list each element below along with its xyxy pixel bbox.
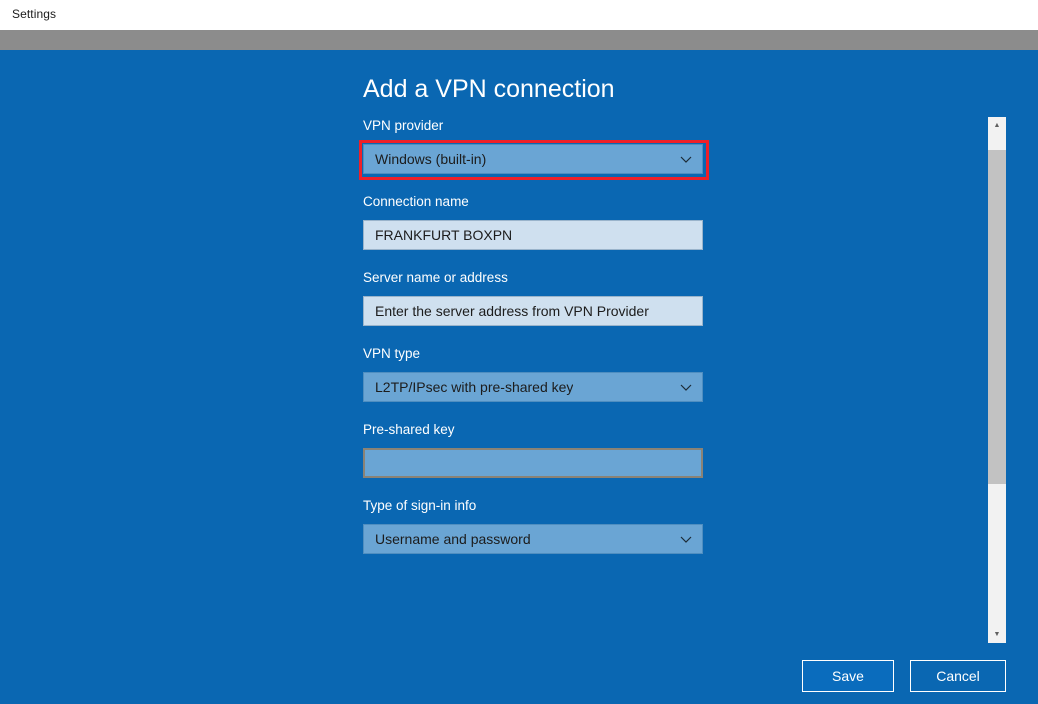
pre-shared-key-input[interactable] [363,448,703,478]
field-connection-name: Connection name FRANKFURT BOXPN [363,194,703,250]
server-address-value: Enter the server address from VPN Provid… [375,303,649,319]
sign-in-type-dropdown[interactable]: Username and password [363,524,703,554]
toolbar-band [0,30,1038,50]
cancel-button[interactable]: Cancel [910,660,1006,692]
title-bar: Settings [0,0,1038,30]
vpn-provider-value: Windows (built-in) [375,151,487,167]
chevron-down-icon [679,532,693,546]
field-server-address: Server name or address Enter the server … [363,270,703,326]
vpn-type-value: L2TP/IPsec with pre-shared key [375,379,574,395]
field-vpn-type: VPN type L2TP/IPsec with pre-shared key [363,346,703,402]
settings-window: Settings Add a VPN connection VPN provid… [0,0,1038,704]
dialog-footer: Save Cancel [0,660,1038,704]
vpn-page: Add a VPN connection VPN provider Window… [0,50,1038,704]
connection-name-value: FRANKFURT BOXPN [375,227,513,243]
chevron-down-icon [679,152,693,166]
field-pre-shared-key: Pre-shared key [363,422,703,478]
vertical-scrollbar[interactable]: ▲ ▼ [988,117,1006,643]
label-sign-in-type: Type of sign-in info [363,498,477,513]
sign-in-type-value: Username and password [375,531,531,547]
add-vpn-form: VPN provider Windows (built-in) Connecti… [359,118,709,574]
scroll-down-button[interactable]: ▼ [988,626,1006,643]
label-pre-shared-key: Pre-shared key [363,422,455,437]
window-title: Settings [12,7,57,21]
vpn-type-dropdown[interactable]: L2TP/IPsec with pre-shared key [363,372,703,402]
label-server-address: Server name or address [363,270,508,285]
connection-name-input[interactable]: FRANKFURT BOXPN [363,220,703,250]
scrollbar-track[interactable] [988,134,1006,626]
chevron-down-icon: ▼ [993,631,1001,638]
label-connection-name: Connection name [363,194,469,209]
chevron-down-icon [679,380,693,394]
scroll-up-button[interactable]: ▲ [988,117,1006,134]
label-vpn-type: VPN type [363,346,421,361]
vpn-provider-dropdown[interactable]: Windows (built-in) [359,140,709,180]
save-button[interactable]: Save [802,660,894,692]
page-title: Add a VPN connection [363,75,615,103]
server-address-input[interactable]: Enter the server address from VPN Provid… [363,296,703,326]
field-vpn-provider: VPN provider Windows (built-in) [359,118,709,180]
field-sign-in-type: Type of sign-in info Username and passwo… [363,498,703,554]
chevron-up-icon: ▲ [993,122,1001,129]
scrollbar-thumb[interactable] [988,150,1006,484]
label-vpn-provider: VPN provider [363,118,444,133]
